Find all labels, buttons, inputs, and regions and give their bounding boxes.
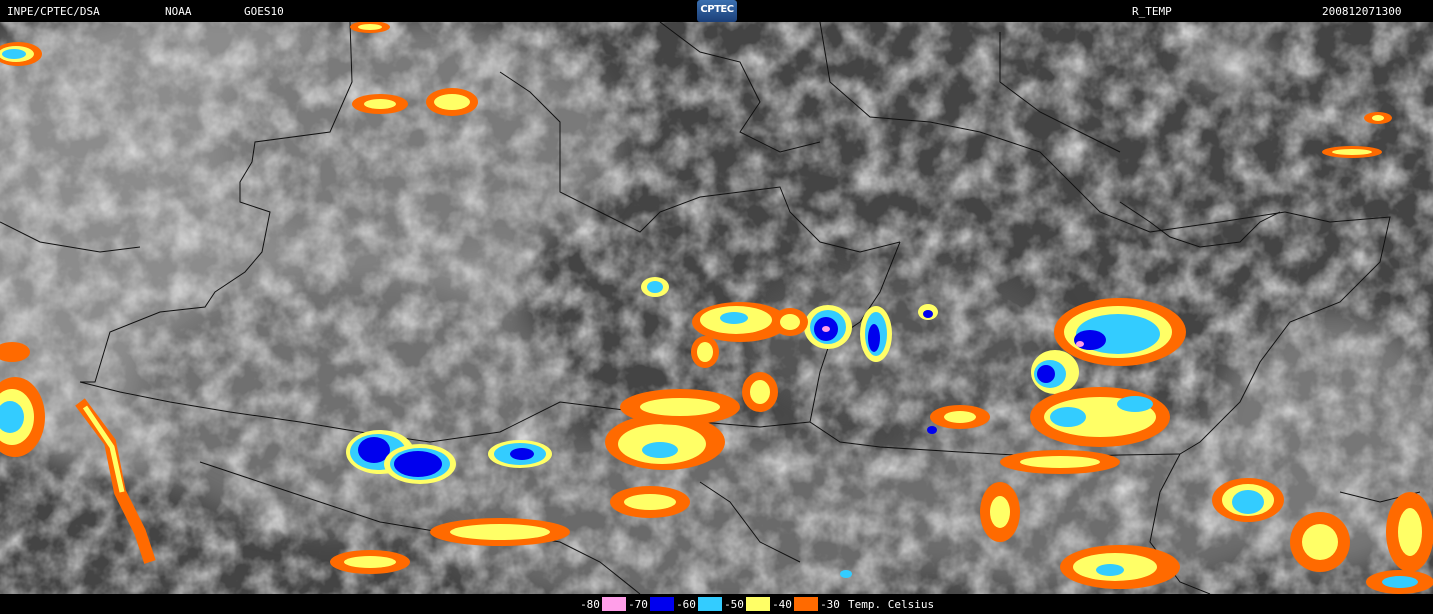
legend-label-3: -60 xyxy=(676,597,696,611)
footer-bar: -80 -70 -60 -50 -40 -30 Temp. Celsius xyxy=(0,594,1433,614)
legend-label-2: -70 xyxy=(628,597,648,611)
cptec-logo: CPTEC xyxy=(697,0,737,22)
legend-unit-label: Temp. Celsius xyxy=(848,597,935,611)
legend-swatch-1 xyxy=(602,597,626,611)
storm-small-center xyxy=(927,426,937,434)
legend-swatch-5 xyxy=(794,597,818,611)
agency-label: NOAA xyxy=(165,5,192,18)
storm-small-south xyxy=(840,570,852,578)
legend-swatch-3 xyxy=(698,597,722,611)
legend-label-6: -30 xyxy=(820,597,840,611)
timestamp-label: 200812071300 xyxy=(1322,5,1402,18)
satellite-image xyxy=(0,22,1433,594)
legend-label-5: -40 xyxy=(772,597,792,611)
header-bar: INPE/CPTEC/DSA NOAA GOES10 CPTEC R_TEMP … xyxy=(0,0,1433,22)
logo-text: CPTEC xyxy=(700,4,734,15)
temperature-legend: -80 -70 -60 -50 -40 -30 Temp. Celsius xyxy=(578,596,934,612)
satellite-map-svg xyxy=(0,22,1433,594)
legend-label-4: -50 xyxy=(724,597,744,611)
legend-swatch-4 xyxy=(746,597,770,611)
legend-label-1: -80 xyxy=(580,597,600,611)
satellite-label: GOES10 xyxy=(244,5,284,18)
product-label: R_TEMP xyxy=(1132,5,1172,18)
org-label: INPE/CPTEC/DSA xyxy=(7,5,100,18)
legend-swatch-2 xyxy=(650,597,674,611)
